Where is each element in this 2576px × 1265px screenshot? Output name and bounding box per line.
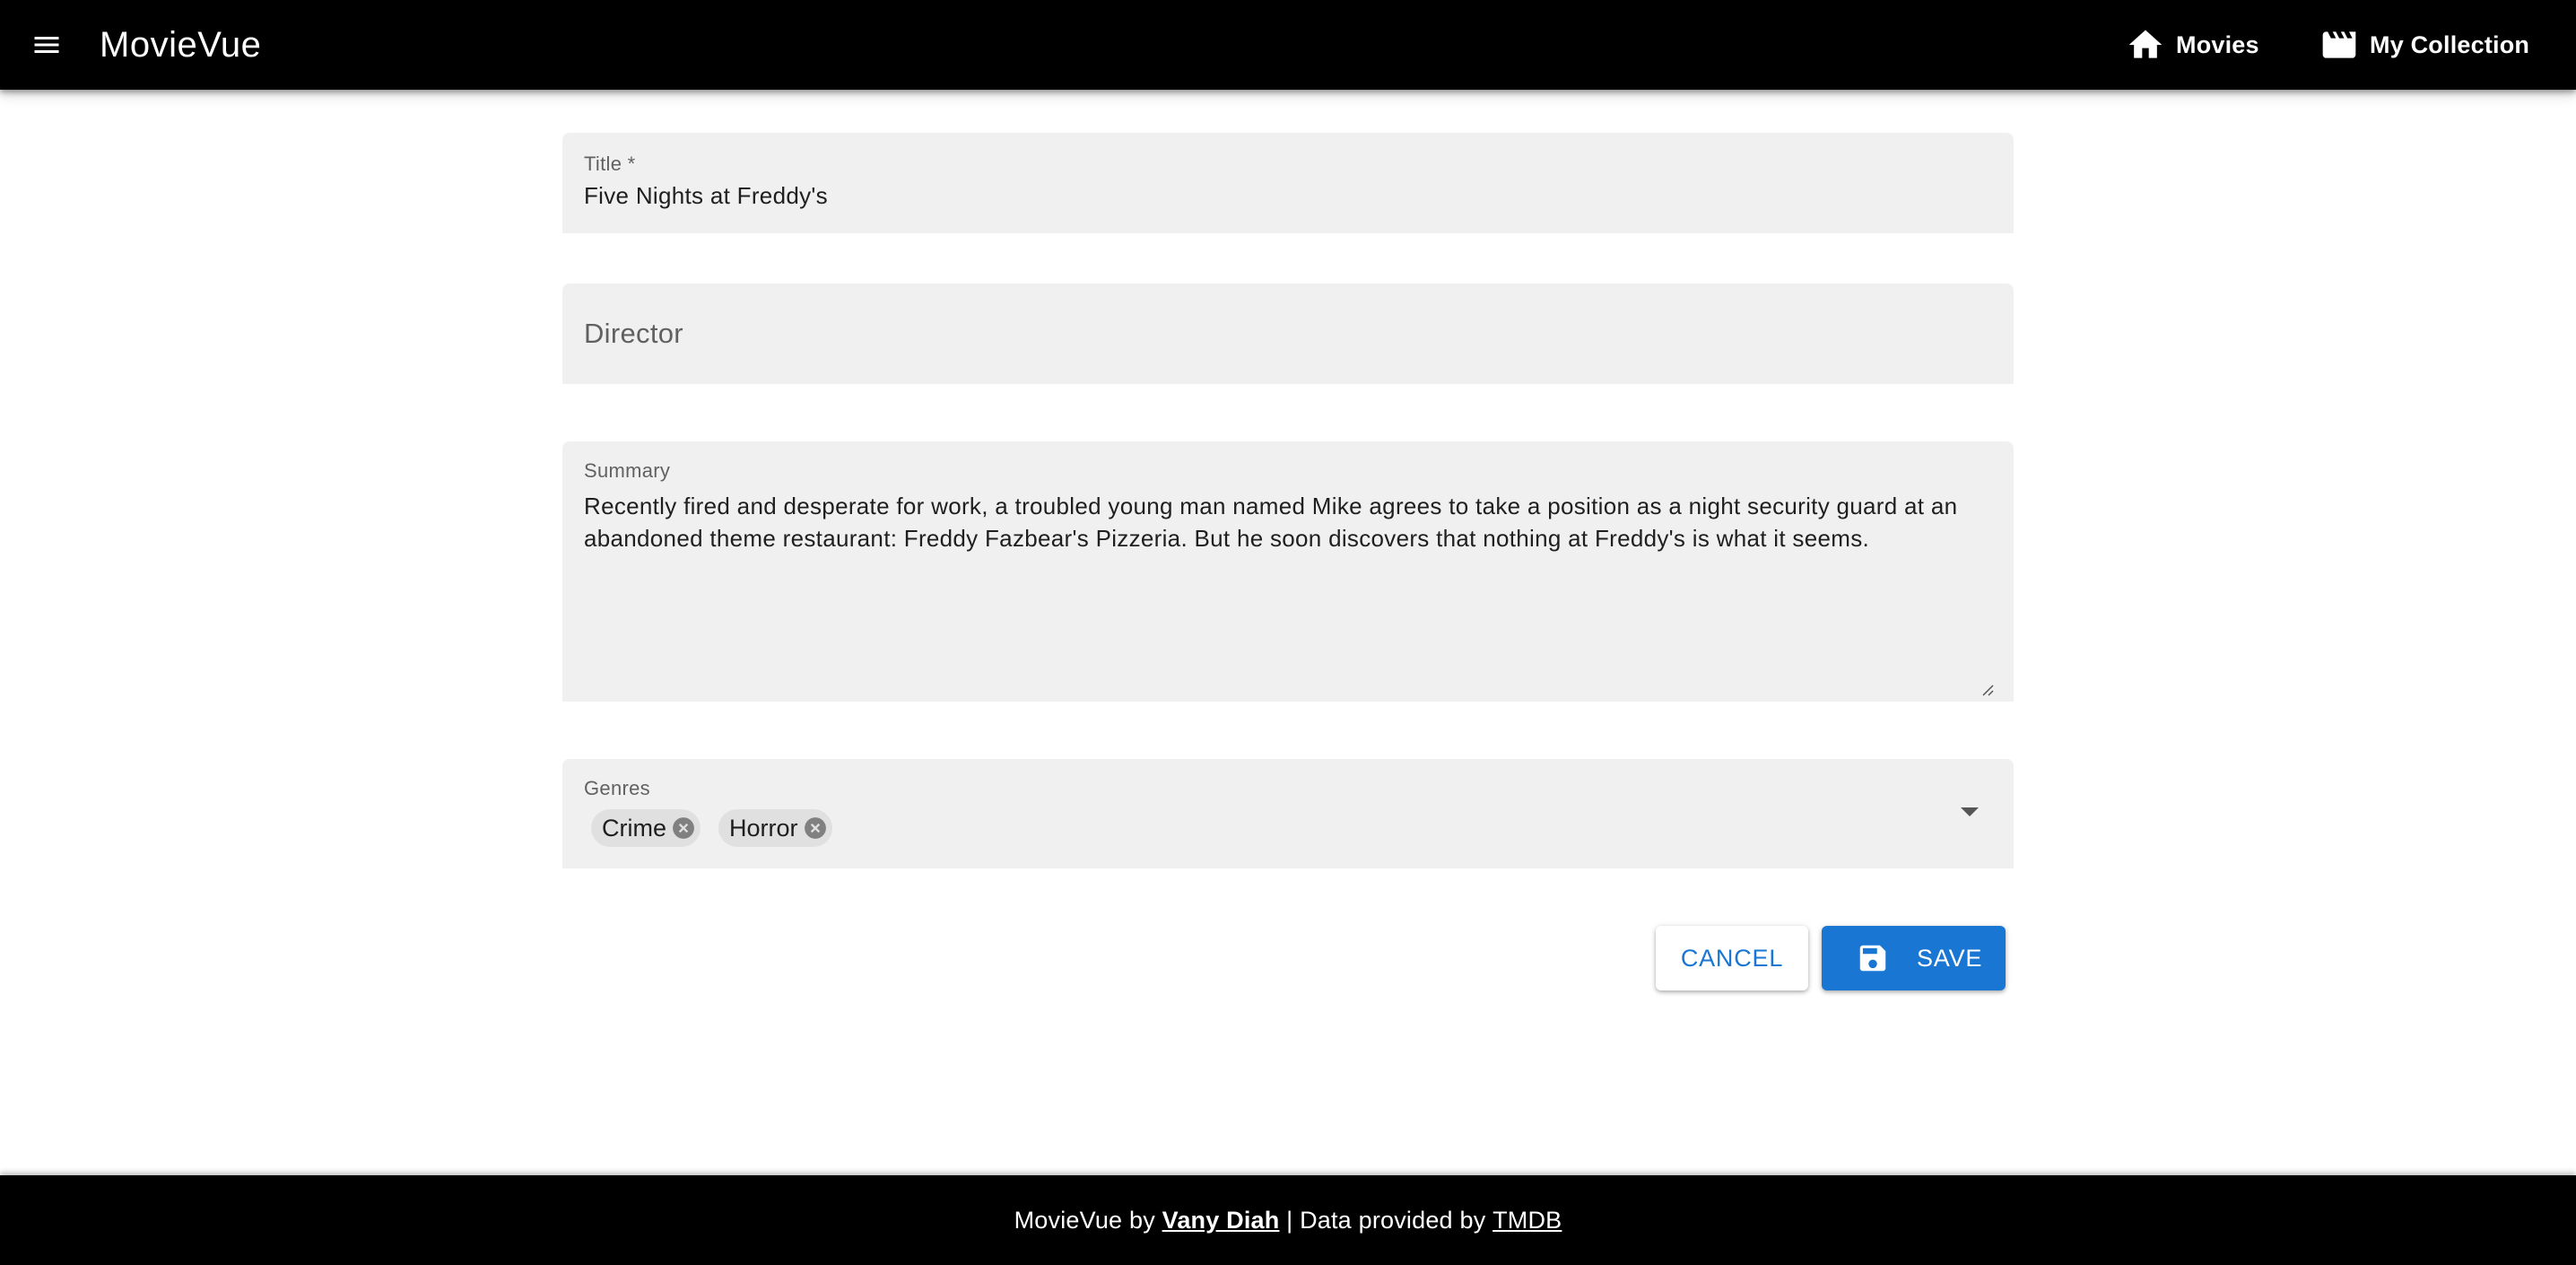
- nav-movies-button[interactable]: Movies: [2126, 20, 2259, 70]
- title-field-value[interactable]: Five Nights at Freddy's: [584, 182, 828, 210]
- title-field-label: Title *: [584, 153, 636, 175]
- genre-chip-label: Crime: [602, 814, 666, 842]
- nav-movies-label: Movies: [2176, 31, 2259, 58]
- footer-prefix: MovieVue by: [1014, 1206, 1162, 1234]
- close-circle-icon[interactable]: [804, 816, 827, 840]
- summary-field[interactable]: Summary Recently fired and desperate for…: [562, 441, 2014, 702]
- save-button[interactable]: SAVE: [1822, 926, 2006, 990]
- app-bar: MovieVue Movies My Collection: [0, 0, 2576, 90]
- home-icon: [2128, 30, 2163, 58]
- save-button-label: SAVE: [1917, 944, 1983, 972]
- save-icon: [1859, 945, 1886, 972]
- nav-my-collection-label: My Collection: [2370, 31, 2530, 58]
- author-link[interactable]: Vany Diah: [1162, 1207, 1280, 1234]
- app-title[interactable]: MovieVue: [100, 23, 261, 66]
- tmdb-link[interactable]: TMDB: [1493, 1207, 1562, 1234]
- title-field[interactable]: Title * Five Nights at Freddy's: [562, 133, 2014, 233]
- summary-field-value[interactable]: Recently fired and desperate for work, a…: [584, 490, 1992, 554]
- genre-chip-crime[interactable]: Crime: [591, 809, 701, 847]
- director-field-label: Director: [584, 318, 683, 349]
- genre-chip-label: Horror: [729, 814, 798, 842]
- genre-chip-horror[interactable]: Horror: [718, 809, 832, 847]
- footer: MovieVue by Vany Diah | Data provided by…: [0, 1175, 2576, 1265]
- genres-field-label: Genres: [584, 777, 650, 799]
- cancel-button[interactable]: CANCEL: [1656, 926, 1808, 990]
- resize-handle-icon[interactable]: [1980, 682, 1994, 696]
- close-circle-icon[interactable]: [672, 816, 695, 840]
- footer-middle: | Data provided by: [1279, 1206, 1493, 1234]
- nav-my-collection-button[interactable]: My Collection: [2319, 20, 2529, 70]
- director-field[interactable]: Director: [562, 284, 2014, 384]
- genre-chips: Crime Horror: [591, 809, 850, 847]
- menu-button[interactable]: [22, 20, 72, 70]
- movie-clapper-icon: [2322, 31, 2356, 58]
- summary-field-label: Summary: [584, 459, 671, 482]
- hamburger-menu-icon: [34, 37, 59, 53]
- genres-select[interactable]: Genres Crime Horror: [562, 759, 2014, 868]
- chevron-down-icon[interactable]: [1959, 802, 1980, 824]
